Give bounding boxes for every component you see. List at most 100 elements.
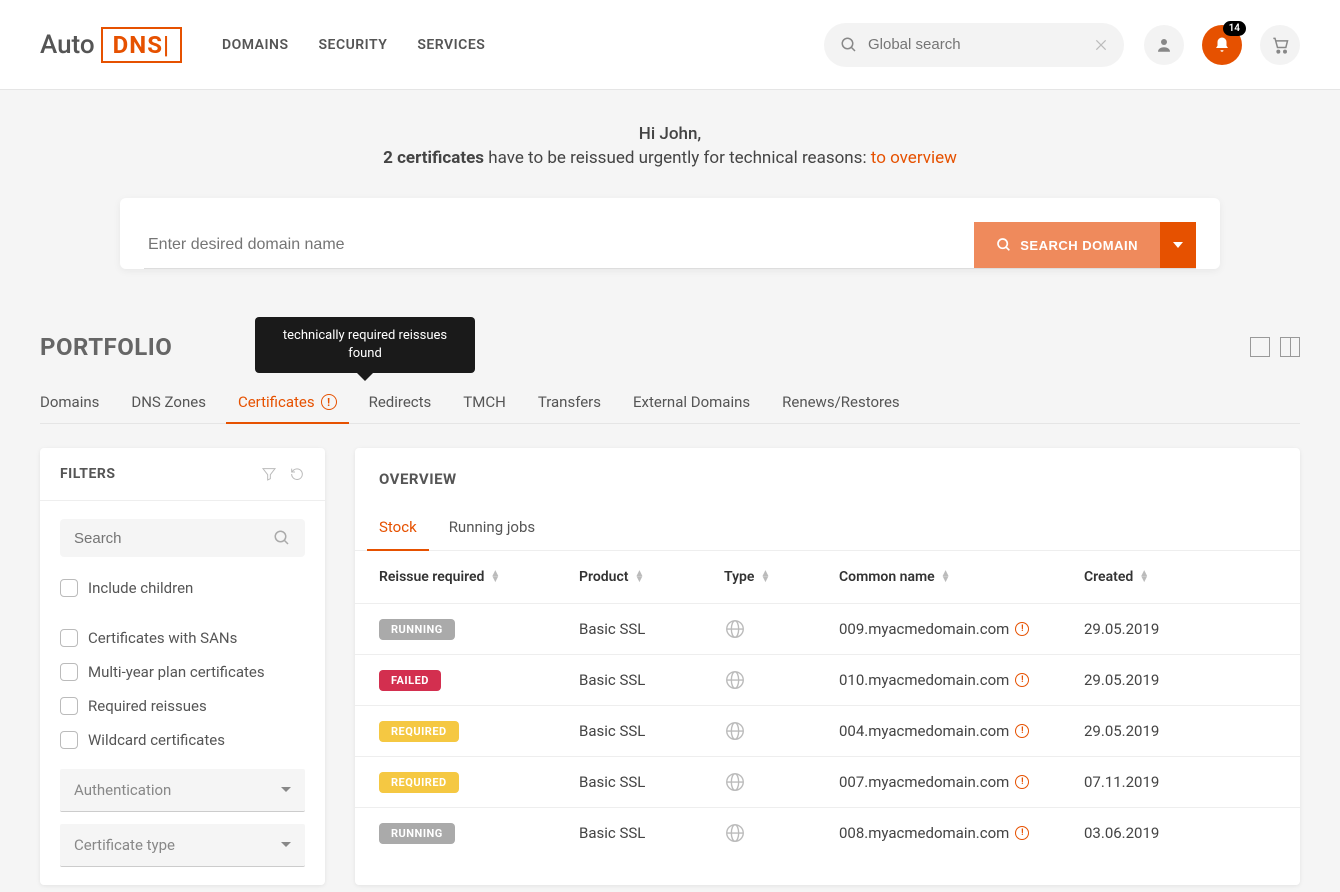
search-domain-button[interactable]: SEARCH DOMAIN (974, 222, 1160, 268)
cell-common-name: 007.myacmedomain.com! (839, 773, 1084, 791)
th-type[interactable]: Type▲▼ (724, 569, 839, 585)
nav-domains[interactable]: DOMAINS (222, 37, 288, 53)
filters-body: Include children Certificates with SANs … (40, 501, 325, 885)
banner-link[interactable]: to overview (871, 148, 957, 168)
table-body: RUNNINGBasic SSL009.myacmedomain.com!29.… (355, 603, 1300, 858)
cart-button[interactable] (1260, 25, 1300, 65)
globe-icon (724, 669, 839, 691)
filters-title: FILTERS (60, 466, 115, 482)
cell-product: Basic SSL (579, 824, 724, 842)
select-cert-type[interactable]: Certificate type (60, 824, 305, 867)
cell-product: Basic SSL (579, 773, 724, 791)
sub-tab-stock[interactable]: Stock (379, 504, 417, 550)
sort-icon: ▲▼ (941, 571, 951, 583)
checkbox-label: Include children (88, 579, 193, 597)
cell-created: 29.05.2019 (1084, 671, 1276, 689)
tab-domains[interactable]: Domains (40, 381, 99, 423)
content: PORTFOLIO technically required reissues … (0, 293, 1340, 885)
th-created[interactable]: Created▲▼ (1084, 569, 1276, 585)
tab-tmch[interactable]: TMCH (463, 381, 506, 423)
cell-status: RUNNING (379, 619, 579, 640)
domain-search-input[interactable] (144, 222, 974, 268)
portfolio-header: PORTFOLIO (40, 333, 1300, 361)
tab-redirects[interactable]: Redirects (369, 381, 432, 423)
funnel-icon[interactable] (261, 466, 277, 482)
status-badge: RUNNING (379, 823, 455, 844)
cell-type (724, 669, 839, 691)
cell-status: REQUIRED (379, 772, 579, 793)
layout-single-icon[interactable] (1250, 337, 1270, 357)
overview-sub-tabs: Stock Running jobs (355, 504, 1300, 551)
notifications-button[interactable]: 14 (1202, 25, 1242, 65)
tab-external-domains[interactable]: External Domains (633, 381, 750, 423)
checkbox-icon (60, 579, 78, 597)
tab-certificates-label: Certificates (238, 393, 315, 411)
domain-search-card: SEARCH DOMAIN (120, 198, 1220, 269)
tab-renews-restores[interactable]: Renews/Restores (782, 381, 900, 423)
banner-text: have to be reissued urgently for technic… (484, 148, 871, 168)
main-area: FILTERS Include children Cer (40, 448, 1300, 885)
globe-icon (724, 822, 839, 844)
chevron-down-icon (281, 785, 291, 795)
select-label: Certificate type (74, 836, 175, 854)
th-product[interactable]: Product▲▼ (579, 569, 724, 585)
th-reissue[interactable]: Reissue required▲▼ (379, 569, 579, 585)
layout-split-icon[interactable] (1280, 337, 1300, 357)
cell-common-name: 010.myacmedomain.com! (839, 671, 1084, 689)
cell-common-name: 009.myacmedomain.com! (839, 620, 1084, 638)
cell-created: 29.05.2019 (1084, 620, 1276, 638)
global-search[interactable] (824, 23, 1124, 67)
banner-count: 2 certificates (383, 148, 484, 168)
globe-icon (724, 618, 839, 640)
globe-icon (724, 720, 839, 742)
cell-created: 29.05.2019 (1084, 722, 1276, 740)
checkbox-required-reissues[interactable]: Required reissues (60, 689, 305, 723)
table-row[interactable]: FAILEDBasic SSL010.myacmedomain.com!29.0… (355, 654, 1300, 705)
table-row[interactable]: REQUIREDBasic SSL004.myacmedomain.com!29… (355, 705, 1300, 756)
alert-icon: ! (1015, 724, 1029, 738)
filters-header: FILTERS (40, 448, 325, 501)
user-button[interactable] (1144, 25, 1184, 65)
checkbox-multi-year[interactable]: Multi-year plan certificates (60, 655, 305, 689)
checkbox-sans[interactable]: Certificates with SANs (60, 621, 305, 655)
checkbox-icon (60, 731, 78, 749)
header-icons: 14 (1144, 25, 1300, 65)
global-search-input[interactable] (868, 36, 1084, 53)
layout-toggles (1250, 337, 1300, 357)
clear-icon[interactable] (1094, 38, 1108, 52)
cell-status: REQUIRED (379, 721, 579, 742)
th-common-name[interactable]: Common name▲▼ (839, 569, 1084, 585)
nav-security[interactable]: SECURITY (319, 37, 388, 53)
table-header: Reissue required▲▼ Product▲▼ Type▲▼ Comm… (355, 551, 1300, 603)
tab-dns-zones[interactable]: DNS Zones (131, 381, 206, 423)
alert-icon: ! (321, 394, 337, 410)
table-row[interactable]: RUNNINGBasic SSL009.myacmedomain.com!29.… (355, 603, 1300, 654)
search-icon (840, 36, 858, 54)
checkbox-include-children[interactable]: Include children (60, 571, 305, 605)
filter-search[interactable] (60, 519, 305, 557)
cell-created: 07.11.2019 (1084, 773, 1276, 791)
overview-title: OVERVIEW (355, 448, 1300, 504)
select-label: Authentication (74, 781, 171, 799)
tooltip: technically required reissues found (255, 317, 475, 373)
tab-transfers[interactable]: Transfers (538, 381, 601, 423)
banner: Hi John, 2 certificates have to be reiss… (0, 90, 1340, 198)
status-badge: REQUIRED (379, 721, 459, 742)
table-row[interactable]: RUNNINGBasic SSL008.myacmedomain.com!03.… (355, 807, 1300, 858)
tab-certificates[interactable]: Certificates ! (238, 381, 337, 423)
checkbox-icon (60, 697, 78, 715)
reset-icon[interactable] (289, 466, 305, 482)
logo-text: Auto (40, 30, 95, 60)
alert-icon: ! (1015, 673, 1029, 687)
cell-status: FAILED (379, 670, 579, 691)
checkbox-wildcard[interactable]: Wildcard certificates (60, 723, 305, 757)
select-authentication[interactable]: Authentication (60, 769, 305, 812)
search-dropdown-button[interactable] (1160, 222, 1196, 268)
table-row[interactable]: REQUIREDBasic SSL 007.myacmedomain.com!07… (355, 756, 1300, 807)
chevron-down-icon (281, 840, 291, 850)
sub-tab-running-jobs[interactable]: Running jobs (449, 504, 535, 550)
logo[interactable]: Auto DNS| (40, 27, 182, 63)
filter-search-input[interactable] (74, 530, 273, 547)
nav-services[interactable]: SERVICES (417, 37, 485, 53)
cell-type (724, 771, 839, 793)
